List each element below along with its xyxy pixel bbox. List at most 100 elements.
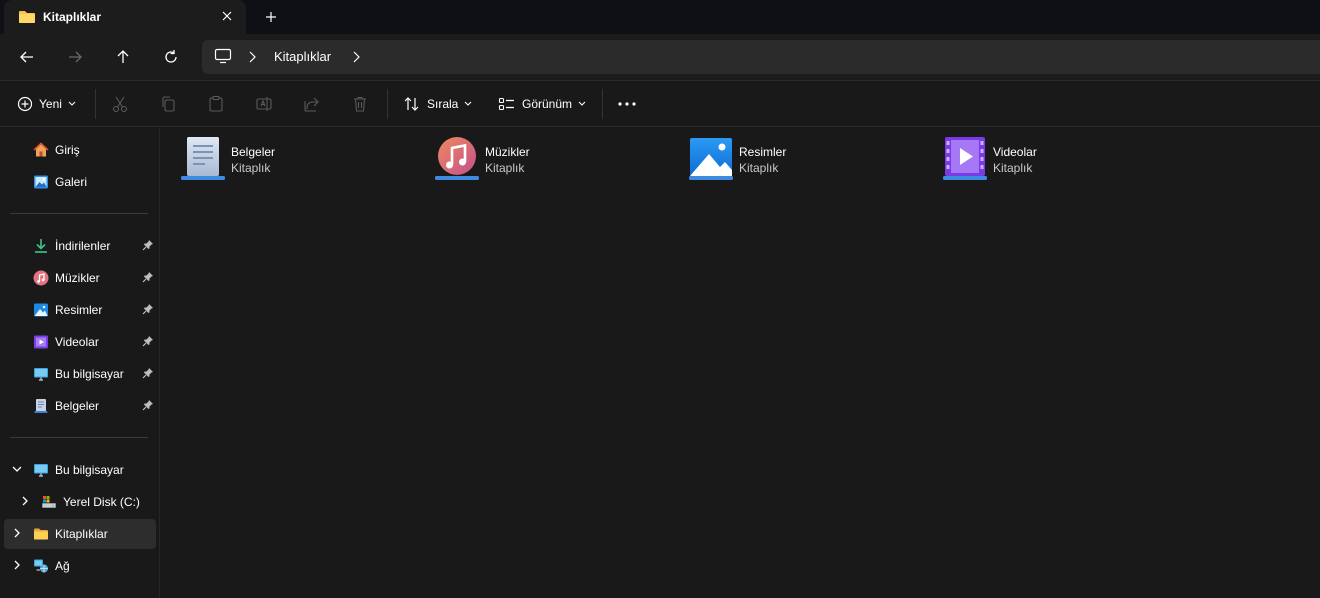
download-icon bbox=[33, 238, 49, 254]
pictures-icon bbox=[33, 302, 49, 318]
folder-icon bbox=[18, 10, 36, 27]
sidebar-item-label: Bu bilgisayar bbox=[55, 463, 124, 477]
paste-button[interactable] bbox=[206, 94, 226, 114]
address-bar[interactable]: Kitaplıklar bbox=[202, 40, 1320, 74]
trash-icon bbox=[354, 96, 366, 112]
plus-icon bbox=[266, 12, 276, 22]
more-button[interactable] bbox=[617, 94, 637, 114]
monitor-icon bbox=[33, 462, 49, 478]
tab-strip: Kitaplıklar bbox=[0, 0, 1320, 34]
add-circle-icon bbox=[17, 96, 33, 112]
sidebar-item-label: İndirilenler bbox=[55, 239, 111, 253]
library-type: Kitaplık bbox=[739, 161, 779, 175]
sidebar-item-belgeler[interactable]: Belgeler bbox=[4, 391, 156, 421]
pin-icon[interactable] bbox=[142, 303, 154, 318]
copy-button[interactable] bbox=[158, 94, 178, 114]
library-name: Videolar bbox=[993, 145, 1037, 159]
share-button[interactable] bbox=[302, 94, 322, 114]
sidebar-item-kitapliklar[interactable]: Kitaplıklar bbox=[4, 519, 156, 549]
arrow-right-icon bbox=[69, 51, 82, 63]
music-library-icon bbox=[433, 136, 481, 184]
chevron-down-icon bbox=[464, 101, 472, 106]
navigation-pane: Giriş Galeri İndirilenler Müzikler Resim… bbox=[0, 128, 160, 598]
sidebar-item-label: Giriş bbox=[55, 143, 80, 157]
sidebar-item-label: Galeri bbox=[55, 175, 88, 189]
chevron-down-icon[interactable] bbox=[11, 463, 23, 478]
music-icon bbox=[33, 270, 49, 286]
pin-icon[interactable] bbox=[142, 335, 154, 350]
chevron-right-icon[interactable] bbox=[11, 527, 23, 542]
documents-library-icon bbox=[179, 136, 227, 184]
breadcrumb-kitapliklar[interactable]: Kitaplıklar bbox=[274, 49, 331, 64]
sidebar-item-indirilenler[interactable]: İndirilenler bbox=[4, 231, 156, 261]
tab-kitapliklar[interactable]: Kitaplıklar bbox=[4, 0, 246, 34]
pin-icon[interactable] bbox=[142, 367, 154, 382]
sidebar-item-label: Resimler bbox=[55, 303, 103, 317]
sidebar-item-label: Belgeler bbox=[55, 399, 100, 413]
sidebar-item-label: Müzikler bbox=[55, 271, 100, 285]
new-button[interactable]: Yeni bbox=[17, 93, 76, 115]
monitor-icon bbox=[33, 366, 49, 382]
view-button-label: Görünüm bbox=[522, 97, 573, 111]
library-name: Belgeler bbox=[231, 145, 276, 159]
command-bar: Yeni Sırala Görünüm bbox=[0, 81, 1320, 127]
sidebar-item-label: Videolar bbox=[55, 335, 99, 349]
library-item-videolar[interactable]: Videolar Kitaplık bbox=[941, 136, 1181, 192]
clipboard-icon bbox=[209, 95, 223, 112]
chevron-right-icon[interactable] bbox=[19, 495, 31, 510]
library-item-resimler[interactable]: Resimler Kitaplık bbox=[687, 136, 927, 192]
new-tab-button[interactable] bbox=[262, 8, 280, 26]
sidebar-item-galeri[interactable]: Galeri bbox=[4, 167, 156, 197]
sort-button-label: Sırala bbox=[427, 97, 459, 111]
sidebar-item-muzikler[interactable]: Müzikler bbox=[4, 263, 156, 293]
sort-icon bbox=[404, 97, 419, 111]
sidebar-item-yerel-disk[interactable]: Yerel Disk (C:) bbox=[4, 487, 156, 517]
chevron-down-icon bbox=[578, 101, 586, 106]
sidebar-item-bu-bilgisayar[interactable]: Bu bilgisayar bbox=[4, 359, 156, 389]
file-list: Belgeler Kitaplık Müzikler Kitaplık Resi… bbox=[161, 128, 1320, 598]
separator bbox=[602, 89, 603, 119]
pictures-library-icon bbox=[687, 136, 735, 184]
cut-button[interactable] bbox=[110, 94, 130, 114]
library-type: Kitaplık bbox=[231, 161, 271, 175]
rename-button[interactable] bbox=[254, 94, 274, 114]
arrow-up-icon bbox=[117, 50, 129, 63]
library-item-muzikler[interactable]: Müzikler Kitaplık bbox=[433, 136, 673, 192]
library-item-belgeler[interactable]: Belgeler Kitaplık bbox=[179, 136, 419, 192]
scissors-icon bbox=[112, 96, 128, 113]
divider bbox=[10, 213, 148, 214]
library-type: Kitaplık bbox=[993, 161, 1033, 175]
library-type: Kitaplık bbox=[485, 161, 525, 175]
close-icon[interactable] bbox=[218, 7, 236, 25]
documents-icon bbox=[33, 398, 49, 414]
sidebar-item-tree-bu-bilgisayar[interactable]: Bu bilgisayar bbox=[4, 455, 156, 485]
sidebar-item-label: Yerel Disk (C:) bbox=[63, 495, 140, 509]
sidebar-item-resimler[interactable]: Resimler bbox=[4, 295, 156, 325]
sidebar-item-videolar[interactable]: Videolar bbox=[4, 327, 156, 357]
videos-library-icon bbox=[941, 136, 989, 184]
pin-icon[interactable] bbox=[142, 399, 154, 414]
view-button[interactable]: Görünüm bbox=[498, 93, 586, 115]
refresh-button[interactable] bbox=[160, 46, 182, 68]
chevron-right-icon[interactable] bbox=[352, 51, 360, 66]
folder-icon bbox=[33, 526, 49, 542]
chevron-right-icon[interactable] bbox=[11, 559, 23, 574]
chevron-right-icon[interactable] bbox=[248, 51, 256, 66]
more-icon bbox=[618, 102, 636, 106]
delete-button[interactable] bbox=[350, 94, 370, 114]
up-button[interactable] bbox=[112, 46, 134, 68]
sort-button[interactable]: Sırala bbox=[403, 93, 472, 115]
back-button[interactable] bbox=[16, 46, 38, 68]
home-icon bbox=[33, 142, 49, 158]
navigation-bar: Kitaplıklar bbox=[0, 34, 1320, 80]
copy-icon bbox=[162, 96, 175, 112]
separator bbox=[387, 89, 388, 119]
forward-button[interactable] bbox=[64, 46, 86, 68]
sidebar-item-ag[interactable]: Ağ bbox=[4, 551, 156, 581]
monitor-icon bbox=[214, 48, 232, 67]
drive-icon bbox=[41, 494, 57, 510]
sidebar-item-giris[interactable]: Giriş bbox=[4, 135, 156, 165]
pin-icon[interactable] bbox=[142, 271, 154, 286]
share-icon bbox=[304, 97, 319, 112]
pin-icon[interactable] bbox=[142, 239, 154, 254]
